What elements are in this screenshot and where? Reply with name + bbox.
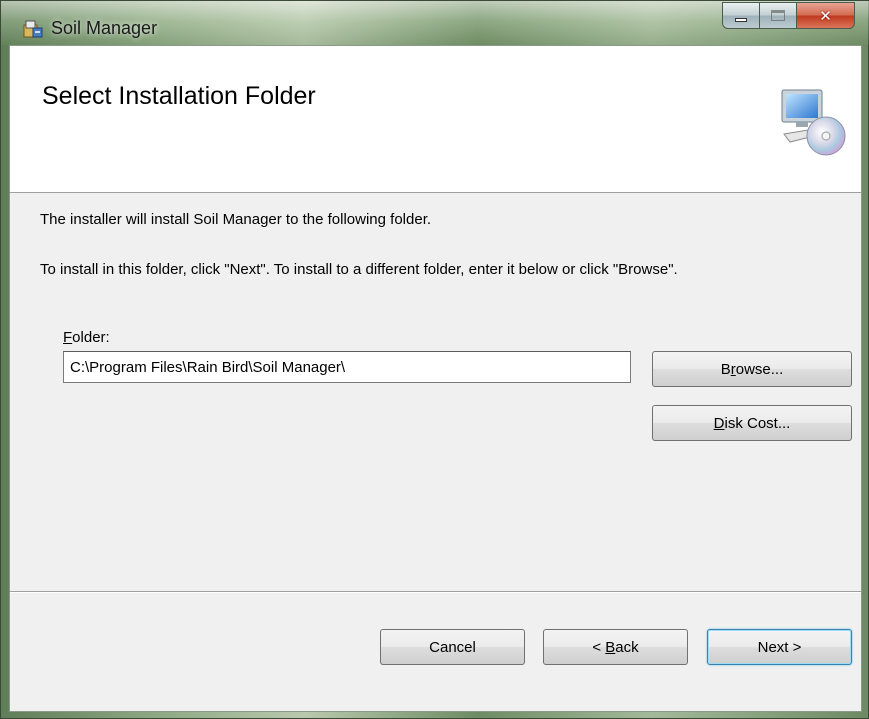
close-icon: ✕	[819, 6, 832, 25]
install-instructions-text: To install in this folder, click "Next".…	[40, 261, 678, 278]
page-title: Select Installation Folder	[42, 82, 316, 110]
window-title: Soil Manager	[51, 18, 158, 38]
folder-label-mnemonic: F	[63, 329, 73, 346]
folder-label-rest: older:	[72, 329, 110, 346]
caption-buttons: ✕	[722, 2, 855, 30]
computer-disc-icon	[778, 86, 850, 158]
dialog-client-area: Select Installation Folder The installer…	[9, 45, 862, 712]
installer-package-icon	[23, 19, 43, 39]
browse-label-post: owse...	[735, 360, 784, 378]
minimize-icon	[735, 17, 747, 22]
installer-window: Soil Manager ✕ Select Installation Folde…	[0, 0, 869, 719]
title-bar[interactable]: Soil Manager ✕	[1, 1, 869, 45]
minimize-button[interactable]	[722, 2, 760, 29]
maximize-button	[760, 2, 797, 29]
close-button[interactable]: ✕	[797, 2, 855, 29]
footer-divider	[10, 591, 861, 593]
back-label-post: ack	[615, 638, 639, 656]
back-label-mnemonic: B	[605, 638, 616, 656]
cancel-button[interactable]: Cancel	[380, 629, 525, 665]
disk-cost-label-mnemonic: D	[713, 414, 725, 432]
maximize-icon	[771, 10, 785, 21]
disk-cost-label-post: isk Cost...	[724, 414, 791, 432]
next-button[interactable]: Next >	[707, 629, 852, 665]
folder-input[interactable]	[63, 351, 631, 383]
disk-cost-button[interactable]: Disk Cost...	[652, 405, 852, 441]
folder-label: Folder:	[63, 329, 110, 346]
browse-button[interactable]: Br owse...	[652, 351, 852, 387]
header-banner: Select Installation Folder	[10, 46, 861, 193]
back-button[interactable]: < Back	[543, 629, 688, 665]
browse-label-pre: B	[720, 360, 731, 378]
install-info-text: The installer will install Soil Manager …	[40, 211, 432, 228]
back-label-pre: <	[592, 638, 606, 656]
